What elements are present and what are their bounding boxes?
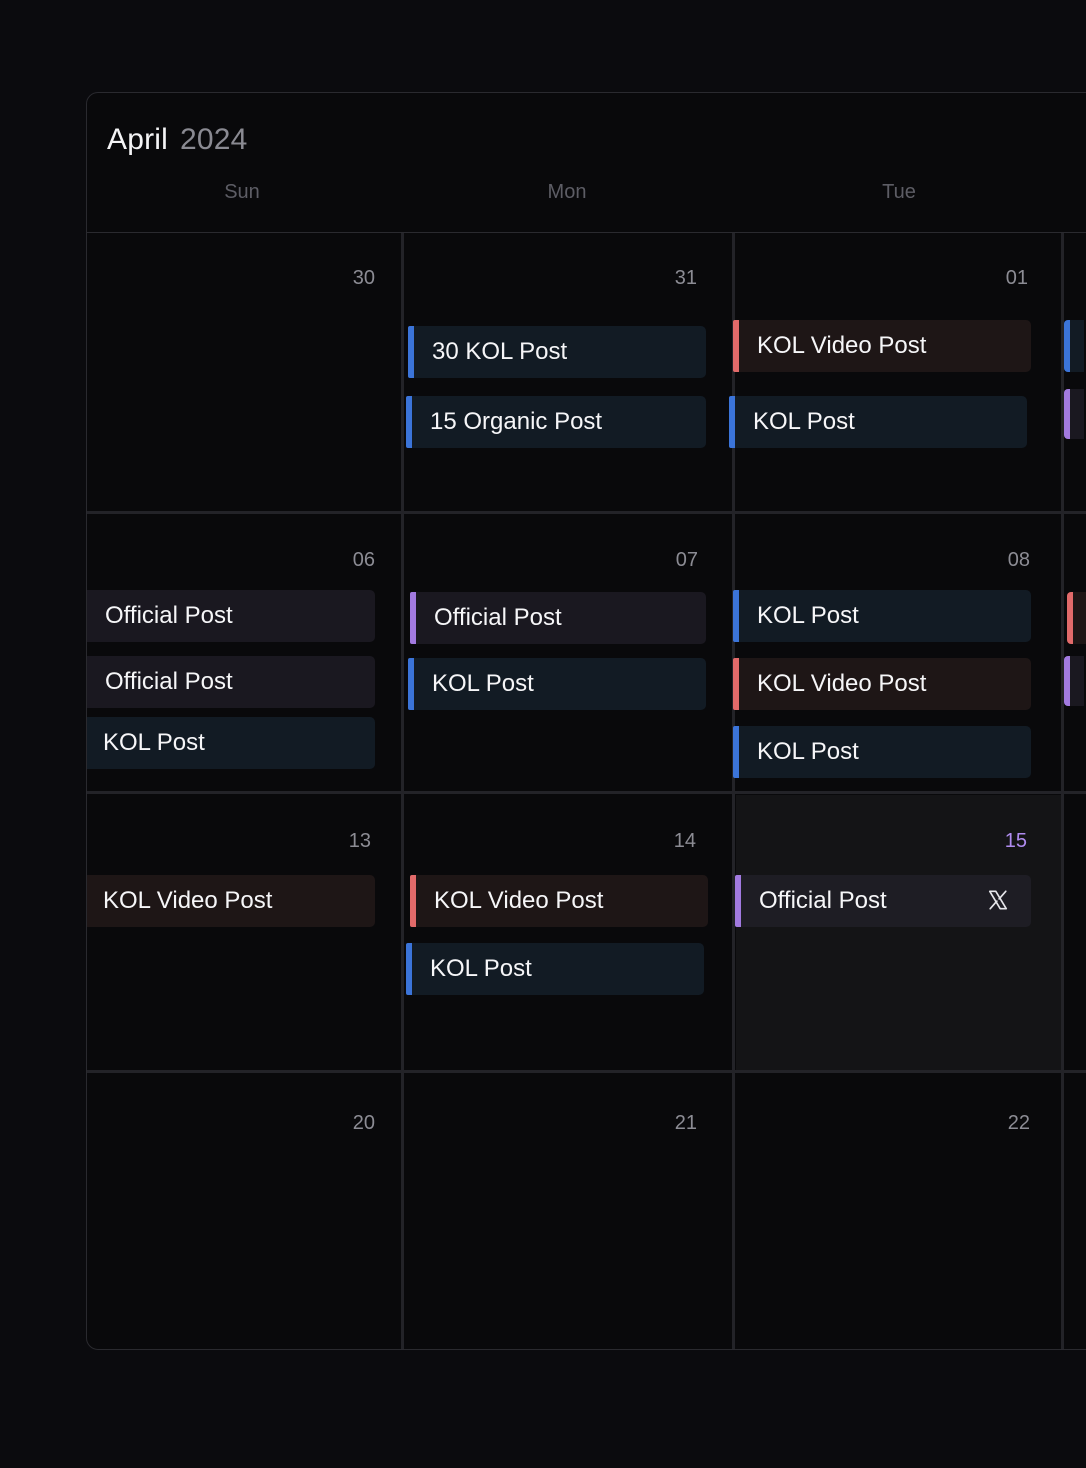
event-chip-partial[interactable] — [1064, 320, 1084, 372]
event-chip-partial[interactable] — [1067, 592, 1086, 644]
event-color-bar — [733, 726, 739, 778]
event-label: Official Post — [434, 604, 562, 631]
event-chip-kol-video[interactable]: KOL Video Post — [410, 875, 708, 927]
event-label: KOL Video Post — [434, 887, 604, 914]
row-divider — [87, 791, 1086, 794]
event-color-bar — [406, 396, 412, 448]
event-chip-kol-video[interactable]: KOL Video Post — [733, 320, 1031, 372]
weekday-sun: Sun — [224, 181, 260, 203]
event-chip-partial[interactable] — [1064, 656, 1084, 706]
event-label: KOL Post — [432, 670, 534, 697]
event-label: KOL Post — [103, 729, 205, 756]
event-chip-kol[interactable]: 30 KOL Post — [408, 326, 706, 378]
day-number: 06 — [352, 549, 375, 571]
event-color-bar — [733, 320, 739, 372]
day-number: 31 — [674, 267, 697, 289]
event-color-bar — [1064, 320, 1070, 372]
event-color-bar — [1067, 592, 1073, 644]
event-chip-partial[interactable] — [1064, 389, 1084, 439]
event-label: KOL Post — [757, 738, 859, 765]
day-number: 20 — [352, 1112, 375, 1134]
event-chip-official[interactable]: Official Post — [87, 590, 375, 642]
event-label: KOL Post — [757, 602, 859, 629]
event-chip-kol[interactable]: KOL Post — [406, 943, 704, 995]
day-number: 14 — [673, 830, 696, 852]
event-label: KOL Video Post — [757, 332, 927, 359]
x-logo-icon[interactable] — [987, 889, 1009, 911]
event-color-bar — [733, 658, 739, 710]
event-chip-official[interactable]: Official Post — [410, 592, 706, 644]
event-color-bar — [408, 326, 414, 378]
weekday-tue: Tue — [882, 181, 916, 203]
event-label: Official Post — [105, 668, 233, 695]
event-chip-kol[interactable]: KOL Post — [729, 396, 1027, 448]
row-divider — [87, 511, 1086, 514]
calendar: April 2024 Sun Mon Tue 30 31 01 30 KOL Po… — [86, 92, 1086, 1350]
event-chip-kol[interactable]: KOL Post — [733, 590, 1031, 642]
event-color-bar — [1064, 389, 1070, 439]
event-label: KOL Post — [753, 408, 855, 435]
event-label: 15 Organic Post — [430, 408, 603, 435]
day-number: 30 — [352, 267, 375, 289]
event-color-bar — [406, 943, 412, 995]
day-number: 08 — [1007, 549, 1030, 571]
day-number: 01 — [1005, 267, 1028, 289]
header-divider — [87, 232, 1086, 233]
day-number: 07 — [675, 549, 698, 571]
event-color-bar — [408, 658, 414, 710]
event-label: KOL Video Post — [103, 887, 273, 914]
day-number-today: 15 — [1004, 830, 1027, 852]
event-color-bar — [410, 875, 416, 927]
calendar-title: April 2024 — [107, 123, 248, 157]
event-chip-kol[interactable]: KOL Post — [87, 717, 375, 769]
day-number: 22 — [1007, 1112, 1030, 1134]
event-chip-official[interactable]: Official Post — [735, 875, 1031, 927]
row-divider — [87, 1070, 1086, 1073]
event-chip-kol[interactable]: KOL Post — [733, 726, 1031, 778]
event-color-bar — [410, 592, 416, 644]
month-label: April — [107, 123, 169, 156]
day-number: 21 — [674, 1112, 697, 1134]
event-chip-kol-video[interactable]: KOL Video Post — [87, 875, 375, 927]
event-chip-kol-video[interactable]: KOL Video Post — [733, 658, 1031, 710]
event-label: KOL Post — [430, 955, 532, 982]
event-chip-official[interactable]: Official Post — [87, 656, 375, 708]
event-color-bar — [729, 396, 735, 448]
event-label: KOL Video Post — [757, 670, 927, 697]
event-color-bar — [735, 875, 741, 927]
event-label: 30 KOL Post — [432, 338, 568, 365]
event-color-bar — [1064, 656, 1070, 706]
day-number: 13 — [348, 830, 371, 852]
event-chip-kol[interactable]: 15 Organic Post — [406, 396, 706, 448]
event-label: Official Post — [759, 887, 887, 914]
year-label: 2024 — [180, 123, 248, 156]
event-color-bar — [733, 590, 739, 642]
event-chip-kol[interactable]: KOL Post — [408, 658, 706, 710]
weekday-mon: Mon — [547, 181, 587, 203]
event-label: Official Post — [105, 602, 233, 629]
